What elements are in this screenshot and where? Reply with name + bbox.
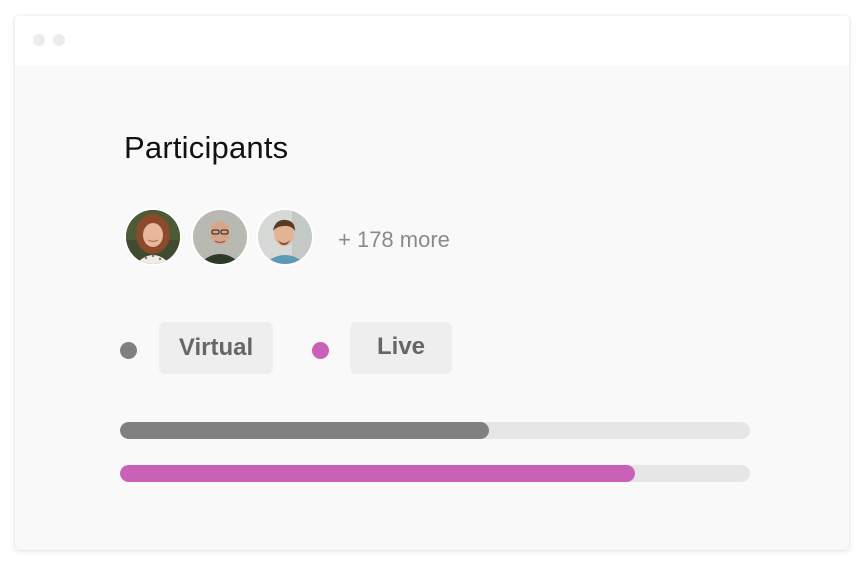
virtual-progress-fill <box>120 422 489 439</box>
virtual-progress-track <box>120 422 750 439</box>
live-progress-fill <box>120 465 635 482</box>
avatar-bald-man-glasses-photo-icon <box>193 210 247 264</box>
window-minimize-dot[interactable] <box>53 34 65 46</box>
avatar[interactable] <box>124 208 182 266</box>
virtual-tag[interactable]: Virtual <box>159 322 273 374</box>
live-tag[interactable]: Live <box>350 322 452 374</box>
avatar[interactable] <box>191 208 249 266</box>
avatar-woman-photo-icon <box>126 210 180 264</box>
participants-title: Participants <box>124 130 289 165</box>
live-legend-dot <box>312 342 329 359</box>
live-progress-track <box>120 465 750 482</box>
more-participants-count[interactable]: + 178 more <box>338 227 450 253</box>
avatar-young-man-photo-icon <box>258 210 312 264</box>
app-window: Participants + 178 more Virtual Live <box>15 16 849 550</box>
virtual-legend-dot <box>120 342 137 359</box>
window-close-dot[interactable] <box>33 34 45 46</box>
window-titlebar <box>15 16 849 66</box>
avatar[interactable] <box>256 208 314 266</box>
